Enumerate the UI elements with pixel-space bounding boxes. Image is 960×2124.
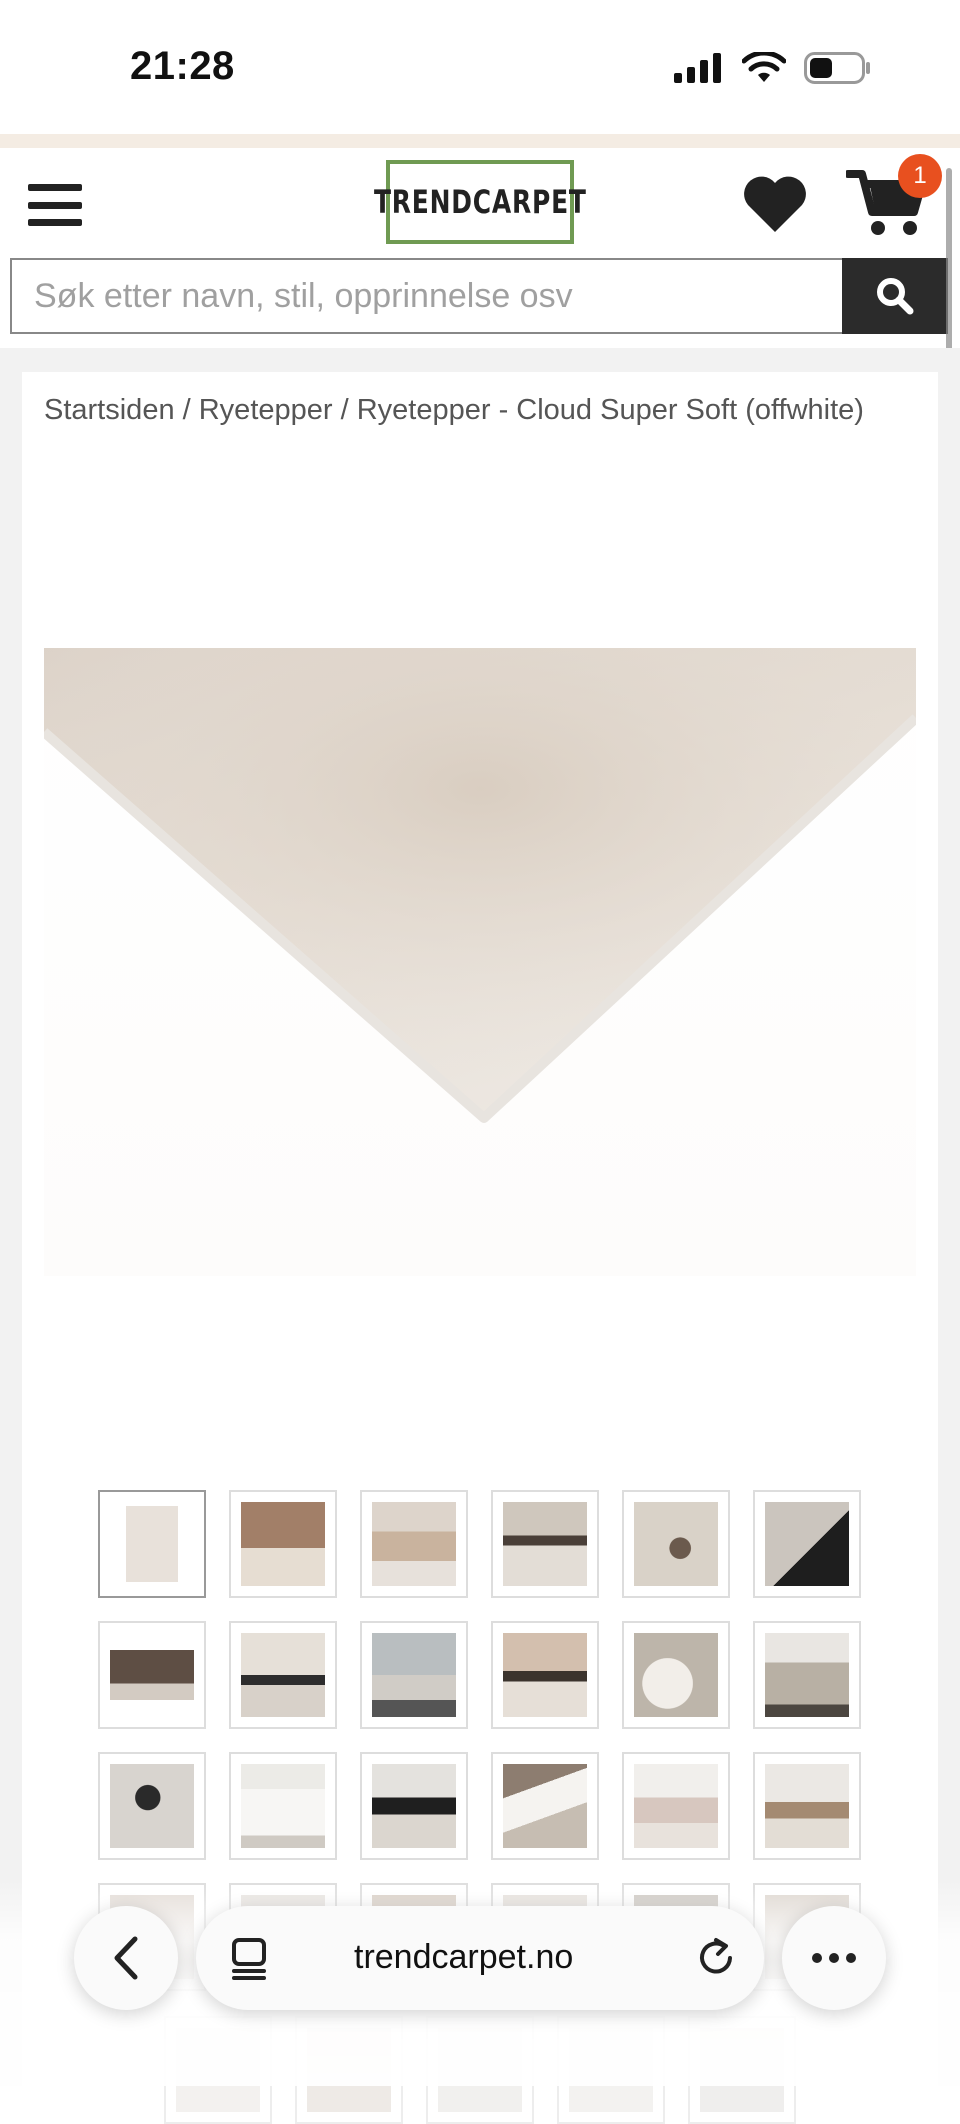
product-main-image[interactable]: [44, 648, 916, 1276]
search-bar: [10, 258, 948, 334]
thumbnail[interactable]: [229, 1752, 337, 1860]
tabs-icon[interactable]: [230, 1936, 270, 1980]
cart-count-badge: 1: [898, 154, 942, 198]
thumbnail[interactable]: [622, 1621, 730, 1729]
breadcrumb[interactable]: Startsiden / Ryetepper / Ryetepper - Clo…: [44, 394, 864, 427]
status-icons: [674, 52, 872, 84]
logo[interactable]: TRENDCARPET: [374, 160, 586, 244]
back-button[interactable]: [74, 1906, 178, 2010]
thumbnail[interactable]: [622, 1752, 730, 1860]
thumbnail[interactable]: [753, 1621, 861, 1729]
site-header: TRENDCARPET 1: [0, 148, 960, 258]
thumbnail[interactable]: [491, 1752, 599, 1860]
search-icon: [877, 278, 914, 315]
thumbnail[interactable]: [622, 1490, 730, 1598]
thumbnail[interactable]: [98, 1752, 206, 1860]
back-icon: [114, 1936, 138, 1980]
address-bar[interactable]: trendcarpet.no: [196, 1906, 764, 2010]
search-input[interactable]: [10, 258, 842, 334]
thumbnail[interactable]: [360, 1621, 468, 1729]
thumbnail[interactable]: [98, 1490, 206, 1598]
status-bar: 21:28: [0, 0, 960, 134]
thumbnail[interactable]: [491, 1621, 599, 1729]
logo-text: TRENDCARPET: [373, 183, 587, 221]
menu-icon[interactable]: [28, 184, 82, 226]
status-time: 21:28: [130, 44, 235, 88]
reload-icon[interactable]: [694, 1936, 738, 1980]
thumbnail[interactable]: [360, 1752, 468, 1860]
thumbnail[interactable]: [98, 1621, 206, 1729]
thumbnail[interactable]: [491, 1490, 599, 1598]
thumbnail[interactable]: [753, 1752, 861, 1860]
thumbnail[interactable]: [229, 1621, 337, 1729]
search-button[interactable]: [842, 258, 948, 334]
thumbnail[interactable]: [229, 1490, 337, 1598]
heart-icon[interactable]: [742, 174, 808, 234]
more-button[interactable]: [782, 1906, 886, 2010]
rug-image: [44, 648, 916, 1123]
url-text: trendcarpet.no: [354, 1938, 574, 1976]
signal-icon: [674, 53, 721, 83]
wifi-icon: [742, 52, 786, 82]
battery-icon: [804, 52, 870, 84]
thumbnail[interactable]: [753, 1490, 861, 1598]
more-icon: [812, 1953, 856, 1963]
header-strip: [0, 134, 960, 148]
thumbnail[interactable]: [360, 1490, 468, 1598]
